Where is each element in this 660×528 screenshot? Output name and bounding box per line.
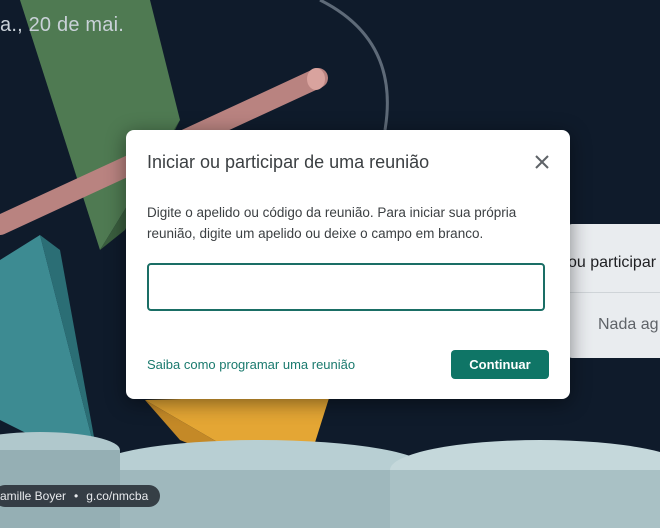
meeting-code-input[interactable] — [147, 263, 545, 311]
learn-schedule-link[interactable]: Saiba como programar uma reunião — [147, 357, 355, 372]
dialog-description: Digite o apelido ou código da reunião. P… — [147, 205, 517, 241]
join-meeting-dialog: Iniciar ou participar de uma reunião Dig… — [126, 130, 570, 399]
close-button[interactable] — [530, 150, 554, 174]
close-icon — [535, 155, 549, 169]
continue-button[interactable]: Continuar — [451, 350, 549, 379]
modal-overlay: Iniciar ou participar de uma reunião Dig… — [0, 0, 660, 528]
dialog-title: Iniciar ou participar de uma reunião — [147, 152, 430, 172]
